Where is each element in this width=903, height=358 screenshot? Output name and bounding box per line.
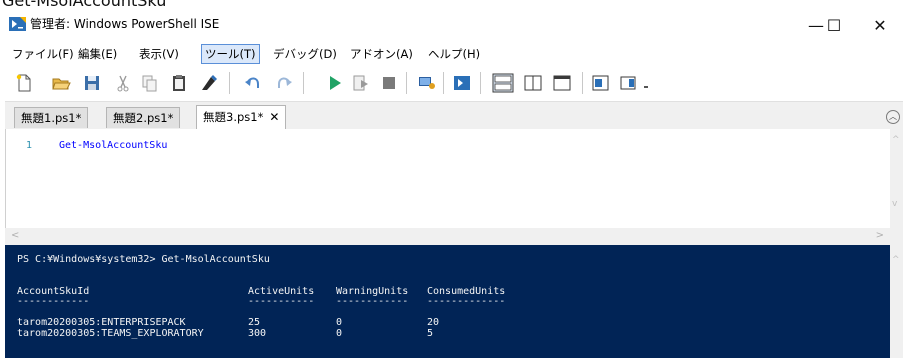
row-account-sku-id: tarom20200305:ENTERPRISEPACK — [17, 317, 186, 328]
toolbar-separator — [480, 72, 481, 94]
scrollbar-corner — [890, 228, 903, 245]
scroll-left-icon[interactable]: < — [11, 230, 19, 241]
menu-help[interactable]: ヘルプ(H) — [428, 46, 480, 62]
toolbar-overflow-icon[interactable] — [644, 86, 648, 88]
row-consumed-units: 20 — [427, 317, 440, 328]
header-underline: ------------- — [427, 296, 506, 307]
run-selection-icon[interactable] — [351, 73, 371, 93]
tab-label: 無題2.ps1* — [113, 111, 174, 125]
menu-tools[interactable]: ツール(T) — [201, 44, 260, 64]
menu-debug[interactable]: デバッグ(D) — [273, 46, 337, 62]
show-script-max-icon[interactable] — [552, 73, 572, 93]
toolbar-separator — [406, 72, 407, 94]
stop-icon[interactable] — [379, 73, 399, 93]
powershell-console-icon[interactable] — [452, 73, 472, 93]
paste-icon[interactable] — [169, 73, 189, 93]
line-number: 1 — [26, 140, 33, 151]
header-underline: ------------ — [17, 296, 90, 307]
run-icon[interactable] — [325, 73, 345, 93]
row-warning-units: 0 — [336, 317, 343, 328]
redo-icon[interactable] — [274, 73, 294, 93]
collapse-script-pane-icon[interactable]: ︿ — [886, 110, 900, 124]
new-file-icon[interactable] — [14, 73, 34, 93]
tab-untitled-2[interactable]: 無題2.ps1* — [106, 107, 181, 128]
scroll-up-icon[interactable]: ^ — [892, 255, 900, 265]
console-vertical-scrollbar[interactable]: ^ — [890, 245, 903, 358]
row-consumed-units: 5 — [427, 328, 434, 339]
menu-addons[interactable]: アドオン(A) — [350, 46, 413, 62]
header-underline: ----------- — [248, 296, 315, 307]
menu-file[interactable]: ファイル(F) — [12, 46, 74, 62]
undo-icon[interactable] — [243, 73, 263, 93]
tab-untitled-1[interactable]: 無題1.ps1* — [14, 107, 89, 128]
show-script-top-icon[interactable] — [492, 73, 514, 93]
open-folder-icon[interactable] — [51, 73, 71, 93]
show-command-window-icon[interactable] — [619, 73, 639, 93]
menu-edit[interactable]: 編集(E) — [78, 46, 117, 62]
window-title: 管理者: Windows PowerShell ISE — [30, 17, 220, 31]
scroll-right-icon[interactable]: > — [876, 230, 884, 241]
tab-label: 無題3.ps1* — [203, 110, 264, 124]
toolbar-separator — [443, 72, 444, 94]
row-account-sku-id: tarom20200305:TEAMS_EXPLORATORY — [17, 328, 204, 339]
cropped-heading: Get-MsolAccountSku — [0, 0, 903, 10]
toolbar-separator — [229, 72, 230, 94]
save-icon[interactable] — [82, 73, 102, 93]
maximize-button[interactable]: ☐ — [814, 10, 854, 41]
clear-console-icon[interactable] — [199, 73, 219, 93]
show-script-right-icon[interactable] — [523, 73, 543, 93]
header-underline: ------------ — [336, 296, 409, 307]
cut-icon[interactable] — [113, 73, 133, 93]
scroll-down-icon[interactable]: v — [892, 199, 897, 209]
tab-untitled-3[interactable]: 無題3.ps1* ✕ — [196, 105, 287, 129]
row-active-units: 25 — [248, 317, 261, 328]
menu-view[interactable]: 表示(V) — [139, 46, 179, 62]
toolbar-separator — [303, 72, 304, 94]
commands-addon-icon[interactable] — [591, 73, 611, 93]
row-warning-units: 0 — [336, 328, 343, 339]
row-active-units: 300 — [248, 328, 267, 339]
tab-close-icon[interactable]: ✕ — [269, 110, 279, 124]
console-prompt: PS C:¥Windows¥system32> Get-MsolAccountS… — [17, 254, 270, 265]
tab-label: 無題1.ps1* — [21, 111, 82, 125]
toolbar-separator — [582, 72, 583, 94]
editor-vertical-scrollbar[interactable]: ^ v — [890, 129, 903, 228]
powershell-ise-icon — [9, 17, 26, 31]
close-button[interactable]: ✕ — [857, 10, 903, 41]
editor-horizontal-scrollbar[interactable]: < > — [5, 228, 890, 245]
copy-icon[interactable] — [139, 73, 159, 93]
scroll-up-icon[interactable]: ^ — [892, 135, 900, 145]
remote-powershell-icon[interactable] — [417, 73, 437, 93]
script-code[interactable]: Get-MsolAccountSku — [59, 140, 167, 151]
